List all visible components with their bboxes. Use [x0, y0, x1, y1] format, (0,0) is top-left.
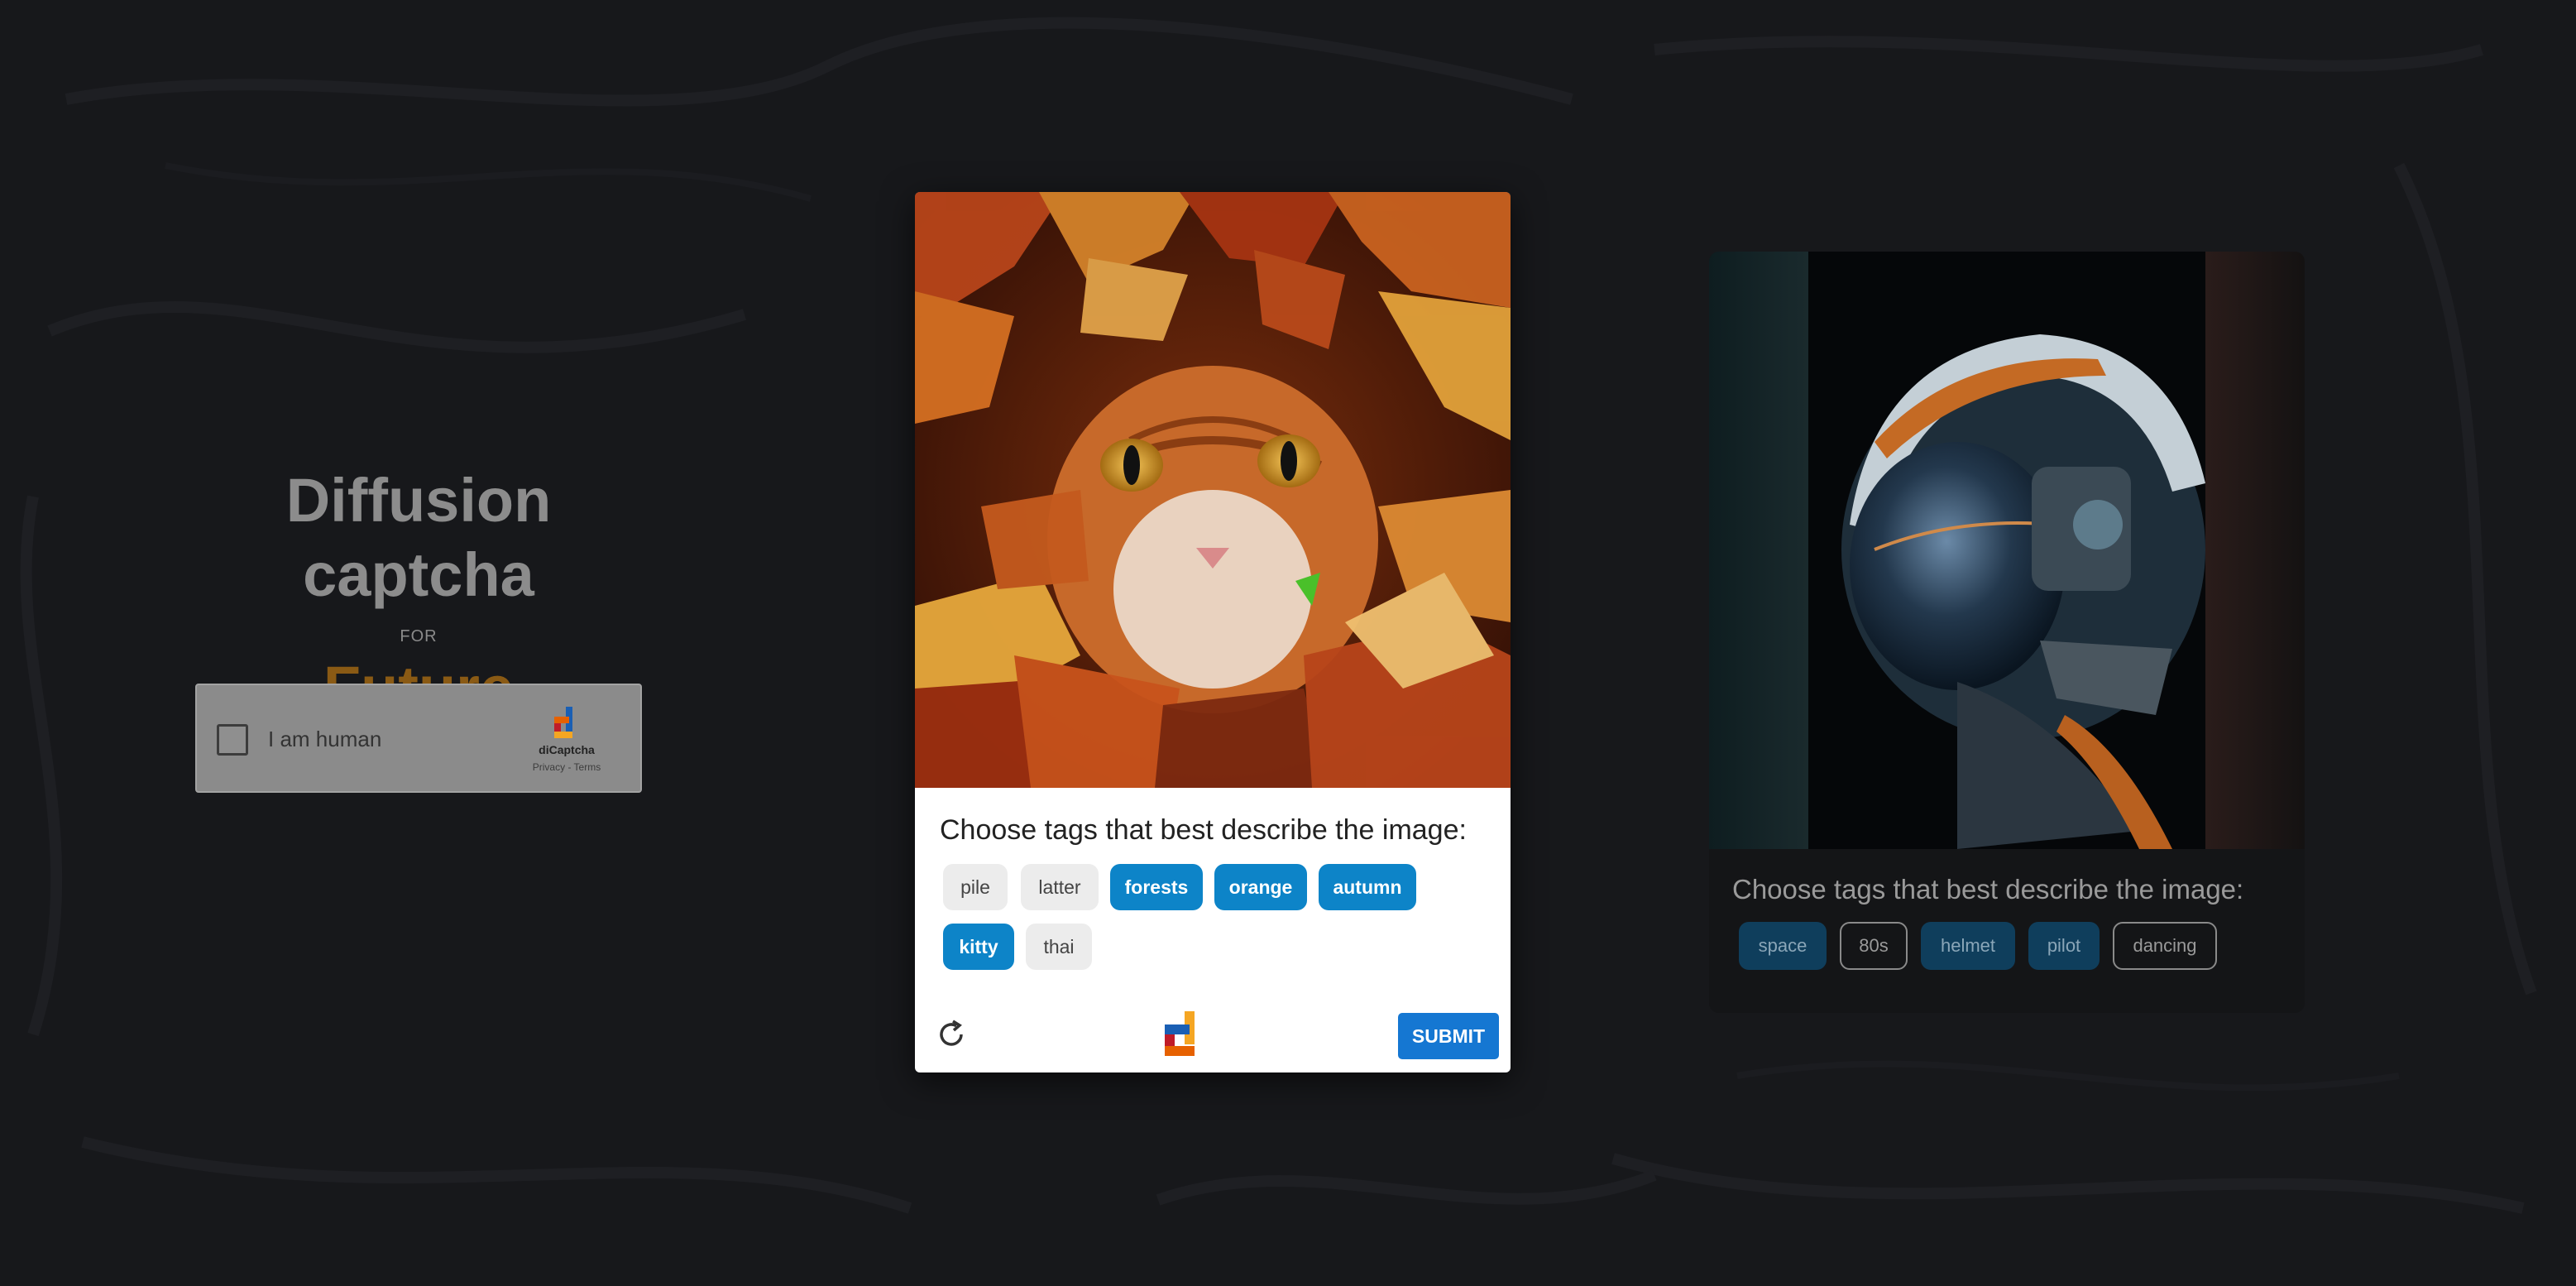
submit-button[interactable]: SUBMIT [1398, 1013, 1499, 1059]
captcha-card: Choose tags that best describe the image… [915, 192, 1511, 1072]
privacy-terms-link[interactable]: Privacy - Terms [521, 761, 612, 773]
secondary-captcha-card: Choose tags that best describe the image… [1709, 252, 2305, 1013]
tag-chip-80s[interactable]: 80s [1840, 922, 1908, 970]
human-checkbox[interactable] [217, 724, 248, 756]
tag-chip-space[interactable]: space [1739, 922, 1827, 970]
tag-chip-pile[interactable]: pile [943, 864, 1008, 910]
tag-chip-thai[interactable]: thai [1026, 924, 1092, 970]
dicaptcha-logo-icon [1165, 1011, 1195, 1056]
refresh-icon[interactable] [935, 1018, 968, 1051]
tag-chip-latter[interactable]: latter [1021, 864, 1099, 910]
hero-for-text: FOR [400, 627, 438, 645]
tag-chip-helmet[interactable]: helmet [1921, 922, 2015, 970]
hero-title: Diffusion captcha [285, 466, 552, 609]
dicaptcha-logo-icon [554, 707, 572, 738]
human-verification-widget[interactable]: I am human diCaptcha Privacy - Terms [195, 684, 642, 793]
tag-prompt: Choose tags that best describe the image… [940, 814, 1467, 846]
dicaptcha-brand: diCaptcha [539, 743, 595, 756]
tag-chip-dancing[interactable]: dancing [2113, 922, 2217, 970]
astronaut-helmet-image [1709, 252, 2305, 849]
tag-chip-autumn[interactable]: autumn [1319, 864, 1416, 910]
tag-chip-forests[interactable]: forests [1110, 864, 1203, 910]
secondary-tag-prompt: Choose tags that best describe the image… [1732, 874, 2244, 905]
cat-in-autumn-leaves-image [915, 192, 1511, 788]
human-checkbox-label: I am human [268, 727, 382, 751]
tag-chip-pilot[interactable]: pilot [2028, 922, 2100, 970]
tag-chip-orange[interactable]: orange [1214, 864, 1307, 910]
tag-chip-kitty[interactable]: kitty [943, 924, 1014, 970]
